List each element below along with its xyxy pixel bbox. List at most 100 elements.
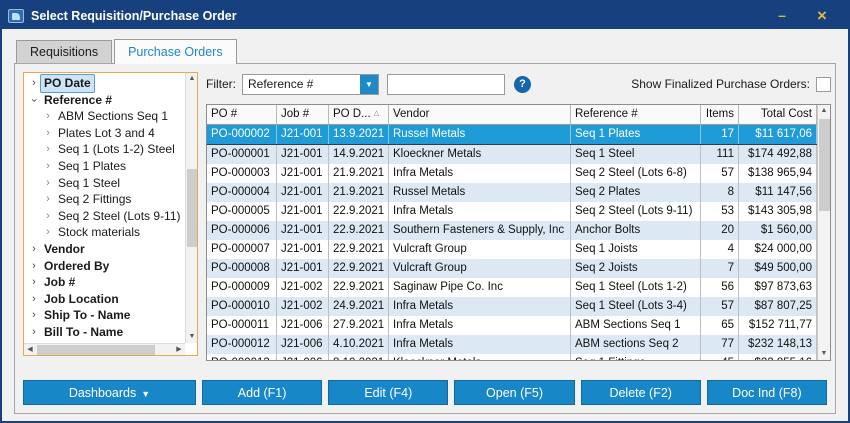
cell-vendor: Infra Metals	[389, 335, 571, 354]
tree-item[interactable]: Bill To - Name	[28, 324, 185, 341]
title-bar: Select Requisition/Purchase Order – ×	[2, 2, 848, 29]
doc-ind-button[interactable]: Doc Ind (F8)	[707, 380, 827, 405]
app-icon	[8, 9, 24, 23]
table-row[interactable]: PO-000009 J21-002 22.9.2021 Saginaw Pipe…	[207, 278, 817, 297]
scroll-up-icon[interactable]: ▲	[818, 105, 830, 117]
cell-po-date: 4.10.2021	[329, 335, 389, 354]
table-row[interactable]: PO-000013 J21-006 8.10.2021 Kloeckner Me…	[207, 354, 817, 360]
table-row[interactable]: PO-000001 J21-001 14.9.2021 Kloeckner Me…	[207, 145, 817, 164]
chevron-icon	[42, 208, 54, 225]
cell-items: 77	[701, 335, 739, 354]
cell-po-date: 21.9.2021	[329, 183, 389, 202]
filter-search-input[interactable]	[387, 74, 505, 95]
column-header-vendor[interactable]: Vendor	[389, 105, 571, 124]
column-header-items[interactable]: Items	[701, 105, 739, 124]
tree-hscroll-thumb[interactable]	[37, 345, 155, 355]
table-row[interactable]: PO-000004 J21-001 21.9.2021 Russel Metal…	[207, 183, 817, 202]
table-row[interactable]: PO-000011 J21-006 27.9.2021 Infra Metals…	[207, 316, 817, 335]
cell-po-date: 8.10.2021	[329, 354, 389, 360]
cell-total-cost: $49 500,00	[739, 259, 817, 278]
tree-item[interactable]: Job Location	[28, 291, 185, 308]
tab-page-panel: PO Date Reference # ABM Sections Seq 1 P…	[14, 63, 836, 414]
table-row[interactable]: PO-000005 J21-001 22.9.2021 Infra Metals…	[207, 202, 817, 221]
cell-items: 65	[701, 316, 739, 335]
table-row[interactable]: PO-000006 J21-001 22.9.2021 Southern Fas…	[207, 221, 817, 240]
tree-item[interactable]: Seq 1 Steel	[28, 175, 185, 192]
chevron-icon	[28, 258, 40, 275]
scroll-down-icon[interactable]: ▼	[186, 331, 198, 343]
column-header-job[interactable]: Job #	[277, 105, 329, 124]
grid-vertical-scrollbar[interactable]: ▲ ▼	[817, 105, 830, 360]
cell-job-number: J21-001	[277, 164, 329, 183]
show-finalized-checkbox[interactable]	[816, 77, 831, 92]
tree-item[interactable]: Seq 1 (Lots 1-2) Steel	[28, 141, 185, 158]
tab-purchase-orders[interactable]: Purchase Orders	[114, 39, 236, 64]
add-button[interactable]: Add (F1)	[202, 380, 322, 405]
tree-item[interactable]: Seq 1 Plates	[28, 158, 185, 175]
tree-item[interactable]: Vendor	[28, 241, 185, 258]
grid-vscroll-thumb[interactable]	[819, 119, 830, 211]
sort-ascending-icon: △	[374, 110, 379, 117]
tree-vscroll-thumb[interactable]	[187, 169, 197, 247]
scroll-up-icon[interactable]: ▲	[186, 73, 198, 85]
table-row[interactable]: PO-000010 J21-002 24.9.2021 Infra Metals…	[207, 297, 817, 316]
cell-po-date: 27.9.2021	[329, 316, 389, 335]
filter-field-dropdown[interactable]: Reference # ▼	[242, 74, 379, 95]
cell-vendor: Southern Fasteners & Supply, Inc	[389, 221, 571, 240]
dashboards-button[interactable]: Dashboards▼	[23, 380, 196, 405]
tab-requisitions[interactable]: Requisitions	[16, 40, 112, 64]
cell-po-number: PO-000002	[207, 125, 277, 144]
cell-job-number: J21-001	[277, 240, 329, 259]
tree-item[interactable]: Seq 2 Fittings	[28, 191, 185, 208]
cell-items: 53	[701, 202, 739, 221]
tree-item[interactable]: Plates Lot 3 and 4	[28, 125, 185, 142]
cell-job-number: J21-001	[277, 125, 329, 144]
scroll-right-icon[interactable]: ▶	[173, 344, 185, 356]
cell-total-cost: $22 855,16	[739, 354, 817, 360]
tree-horizontal-scrollbar[interactable]: ◀ ▶	[24, 343, 185, 355]
cell-job-number: J21-002	[277, 278, 329, 297]
delete-button[interactable]: Delete (F2)	[581, 380, 701, 405]
help-icon[interactable]: ?	[514, 76, 531, 93]
edit-button[interactable]: Edit (F4)	[328, 380, 448, 405]
cell-po-number: PO-000005	[207, 202, 277, 221]
cell-total-cost: $11 147,56	[739, 183, 817, 202]
table-row[interactable]: PO-000008 J21-001 22.9.2021 Vulcraft Gro…	[207, 259, 817, 278]
tree-item[interactable]: PO Date	[28, 75, 185, 92]
tree-item[interactable]: Ship To - Name	[28, 307, 185, 324]
tree-item[interactable]: Reference #	[28, 92, 185, 109]
chevron-icon	[28, 75, 40, 92]
cell-po-number: PO-000001	[207, 145, 277, 164]
table-row[interactable]: PO-000003 J21-001 21.9.2021 Infra Metals…	[207, 164, 817, 183]
cell-vendor: Vulcraft Group	[389, 240, 571, 259]
cell-items: 4	[701, 240, 739, 259]
close-button[interactable]: ×	[802, 2, 842, 29]
column-header-total-cost[interactable]: Total Cost	[739, 105, 817, 124]
table-row[interactable]: PO-000002 J21-001 13.9.2021 Russel Metal…	[207, 125, 817, 145]
table-row[interactable]: PO-000007 J21-001 22.9.2021 Vulcraft Gro…	[207, 240, 817, 259]
scroll-left-icon[interactable]: ◀	[24, 344, 36, 356]
tree-item[interactable]: Stock materials	[28, 224, 185, 241]
column-header-po[interactable]: PO #	[207, 105, 277, 124]
tree-item[interactable]: Job #	[28, 274, 185, 291]
tree-item[interactable]: Seq 2 Steel (Lots 9-11)	[28, 208, 185, 225]
column-header-po-date[interactable]: PO D...△	[329, 105, 389, 124]
cell-po-date: 22.9.2021	[329, 240, 389, 259]
cell-total-cost: $152 711,77	[739, 316, 817, 335]
tree-item[interactable]: Ordered By	[28, 258, 185, 275]
cell-job-number: J21-006	[277, 316, 329, 335]
action-button-row: Dashboards▼ Add (F1) Edit (F4) Open (F5)…	[23, 380, 827, 405]
cell-po-date: 14.9.2021	[329, 145, 389, 164]
scroll-down-icon[interactable]: ▼	[818, 348, 830, 360]
cell-items: 45	[701, 354, 739, 360]
cell-job-number: J21-001	[277, 145, 329, 164]
cell-items: 56	[701, 278, 739, 297]
open-button[interactable]: Open (F5)	[454, 380, 574, 405]
cell-po-date: 13.9.2021	[329, 125, 389, 144]
column-header-reference[interactable]: Reference #	[571, 105, 701, 124]
minimize-button[interactable]: –	[762, 2, 802, 29]
tree-item[interactable]: ABM Sections Seq 1	[28, 108, 185, 125]
table-row[interactable]: PO-000012 J21-006 4.10.2021 Infra Metals…	[207, 335, 817, 354]
tree-vertical-scrollbar[interactable]: ▲ ▼	[185, 73, 197, 343]
cell-po-date: 22.9.2021	[329, 221, 389, 240]
